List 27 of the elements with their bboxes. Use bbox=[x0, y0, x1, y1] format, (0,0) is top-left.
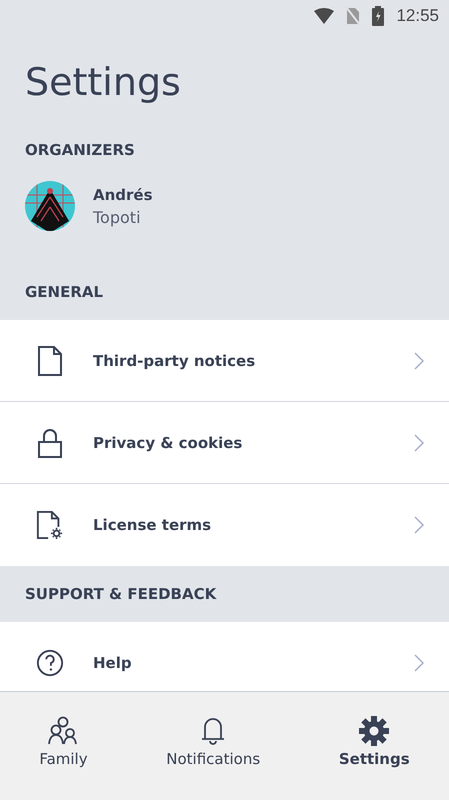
settings-row[interactable]: Help bbox=[0, 622, 449, 691]
status-time: 12:55 bbox=[396, 6, 439, 26]
battery-charging-icon bbox=[372, 6, 384, 26]
people-icon bbox=[47, 716, 80, 746]
chevron-icon bbox=[414, 654, 424, 672]
no-sim-icon bbox=[346, 7, 360, 25]
nav-tab[interactable]: Settings bbox=[332, 712, 416, 772]
chevron-icon bbox=[414, 352, 424, 370]
organizer-subtitle: Topoti bbox=[93, 208, 142, 226]
page-title: Settings bbox=[25, 59, 182, 106]
lock-icon bbox=[36, 428, 64, 458]
section-heading: ORGANIZERS bbox=[24, 140, 136, 161]
nav-tab[interactable]: Family bbox=[33, 712, 94, 772]
document-gear-icon bbox=[36, 510, 64, 540]
settings-row[interactable]: License terms bbox=[0, 484, 449, 566]
settings-icon bbox=[358, 716, 390, 746]
chevron-icon bbox=[414, 434, 424, 452]
section-heading: SUPPORT & FEEDBACK bbox=[24, 584, 218, 605]
chevron-icon bbox=[414, 516, 424, 534]
organizer-name: Andrés bbox=[93, 186, 153, 204]
settings-row[interactable]: Third-party notices bbox=[0, 320, 449, 402]
document-icon bbox=[36, 346, 64, 376]
help-icon bbox=[36, 648, 64, 678]
wifi-icon bbox=[314, 8, 334, 24]
nav-tab[interactable]: Notifications bbox=[160, 712, 266, 772]
section-heading: GENERAL bbox=[24, 282, 104, 303]
settings-row[interactable]: Privacy & cookies bbox=[0, 402, 449, 484]
